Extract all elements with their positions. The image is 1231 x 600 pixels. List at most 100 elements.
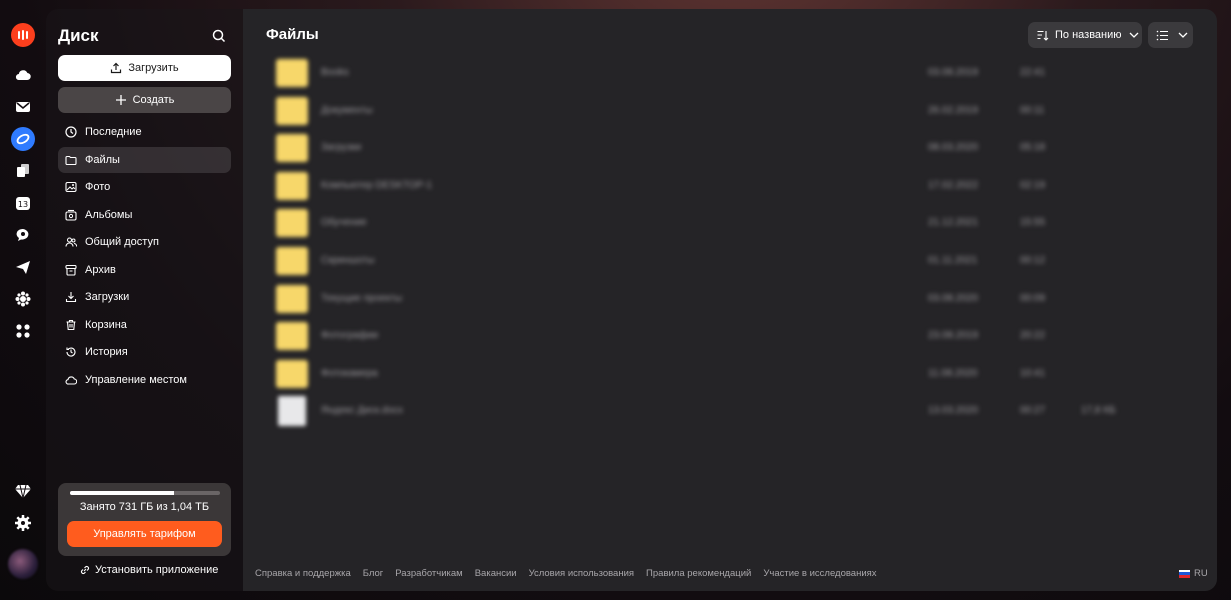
docs-icon[interactable] [11,159,35,183]
history-icon [66,347,76,357]
file-size: 17,8 КБ [1081,405,1116,417]
create-button-label: Создать [132,94,175,106]
footer-links: Справка и поддержка Блог Разработчикам Вака… [255,568,877,579]
sidebar-item-label: Общий доступ [85,236,159,248]
disk-icon[interactable] [11,127,35,151]
footer-link[interactable]: Блог [363,568,384,579]
footer-link[interactable]: Вакансии [475,568,517,579]
file-time: 00:11 [1020,104,1045,116]
plus-diamond-icon[interactable] [11,479,35,503]
sidebar-item-storage[interactable]: Управление местом [58,367,231,393]
messenger-icon[interactable] [11,223,35,247]
sidebar-item-label: Альбомы [85,208,133,221]
yandex-logo-icon[interactable] [11,23,35,47]
file-row[interactable]: Документы 26.02.2019 00:11 [273,93,1173,131]
sidebar-item-archive[interactable]: Архив [58,257,231,283]
upload-button[interactable]: Загрузить [58,55,231,81]
main-panel: Файлы По названию Books 03.08.2019 22:41 До… [243,9,1217,591]
apps-grid-icon[interactable] [11,319,35,343]
file-row[interactable]: Загрузки 08.03.2020 05:18 [273,130,1173,168]
file-time: 02:19 [1020,179,1046,191]
sidebar-item-shared[interactable]: Общий доступ [58,229,231,255]
sidebar-item-label: История [85,346,128,358]
file-time: 22:41 [1020,67,1046,78]
gear-icon[interactable] [11,511,35,535]
settings-flower-icon[interactable] [11,287,35,311]
sidebar-item-label: Фото [85,181,111,193]
install-app-label: Установить приложение [95,564,219,576]
install-app-link[interactable]: Установить приложение [79,564,218,576]
sidebar-item-albums[interactable]: Альбомы [58,202,231,228]
storage-progress-bar [70,491,220,495]
trash-icon [66,319,76,330]
folder-icon [276,171,308,200]
file-date: 26.02.2019 [928,104,979,116]
footer-link[interactable]: Участие в исследованиях [763,568,876,579]
file-row[interactable]: Яндекс Диск.docx 13.03.2020 00:27 17,8 КБ [273,393,1173,431]
download-icon [65,292,77,303]
albums-icon [65,209,77,221]
file-date: 17.02.2022 [928,179,979,191]
sort-dropdown[interactable]: По названию [1028,22,1142,48]
file-time: 10:41 [1020,367,1046,379]
sidebar-item-label: Корзина [85,318,127,331]
sidebar-item-history[interactable]: История [58,339,231,365]
file-time: 00:12 [1020,254,1046,266]
file-name: Яндекс Диск.docx [321,405,404,417]
sidebar: Диск Загрузить Создать Последние Файлы Ф… [46,9,243,591]
file-date: 01.11.2021 [928,254,978,266]
file-row[interactable]: Обучение 21.12.2021 15:55 [273,205,1173,243]
avatar[interactable] [8,549,38,579]
mail-icon[interactable] [11,95,35,119]
file-list: Books 03.08.2019 22:41 Документы 26.02.2019 0… [273,55,1173,431]
folder-icon [276,284,308,313]
footer-link[interactable]: Справка и поддержка [255,568,351,579]
sidebar-item-label: Файлы [85,153,120,166]
folder-icon [276,134,308,163]
footer-link[interactable]: Условия использования [529,568,634,579]
file-date: 23.08.2019 [928,330,979,342]
manage-tariff-button[interactable]: Управлять тарифом [67,521,222,547]
file-row[interactable]: Фотографии 23.08.2019 20:22 [273,318,1173,356]
chevron-down-icon [1129,32,1138,38]
folder-icon [276,322,308,351]
file-row[interactable]: Скриншоты 01.11.2021 00:12 [273,243,1173,281]
list-view-icon [1156,30,1168,40]
upload-button-label: Загрузить [128,62,179,74]
file-name: Обучение [321,217,367,229]
sidebar-item-trash[interactable]: Корзина [58,312,231,338]
file-row[interactable]: Фотокамера 11.08.2020 10:41 [273,356,1173,394]
folder-icon [276,209,308,238]
file-row[interactable]: Books 03.08.2019 22:41 [273,55,1173,93]
calendar-icon[interactable]: 13 [11,191,35,215]
footer-link[interactable]: Правила рекомендаций [646,568,751,579]
search-icon[interactable] [211,28,227,44]
telemost-icon[interactable] [11,255,35,279]
file-name: Скриншоты [321,254,375,266]
sidebar-nav: Последние Файлы Фото Альбомы Общий досту… [58,119,231,394]
file-row[interactable]: Компьютер DESKTOP-1 17.02.2022 02:19 [273,168,1173,206]
plus-icon [115,95,126,105]
create-button[interactable]: Создать [58,87,231,113]
archive-icon [65,264,77,276]
view-mode-dropdown[interactable] [1148,22,1193,48]
file-date: 03.08.2019 [928,67,979,78]
sidebar-title: Диск [58,26,99,45]
sidebar-item-photo[interactable]: Фото [58,174,231,200]
file-row[interactable]: Текущие проекты 03.08.2020 00:09 [273,281,1173,319]
file-time: 05:18 [1020,142,1046,154]
calendar-day: 13 [18,200,28,209]
sidebar-item-downloads[interactable]: Загрузки [58,284,231,310]
language-switcher[interactable]: RU [1179,568,1208,579]
footer-link[interactable]: Разработчикам [395,568,462,579]
sidebar-item-recent[interactable]: Последние [58,119,231,145]
file-name: Books [321,67,349,78]
cloud-icon[interactable] [11,63,35,87]
upload-icon [111,62,122,74]
sidebar-item-files[interactable]: Файлы [58,146,231,173]
sidebar-item-label: Загрузки [85,291,130,303]
sidebar-item-label: Последние [85,126,142,138]
sidebar-item-label: Управление местом [85,373,187,386]
document-icon [278,396,306,427]
sort-icon [1037,30,1049,41]
